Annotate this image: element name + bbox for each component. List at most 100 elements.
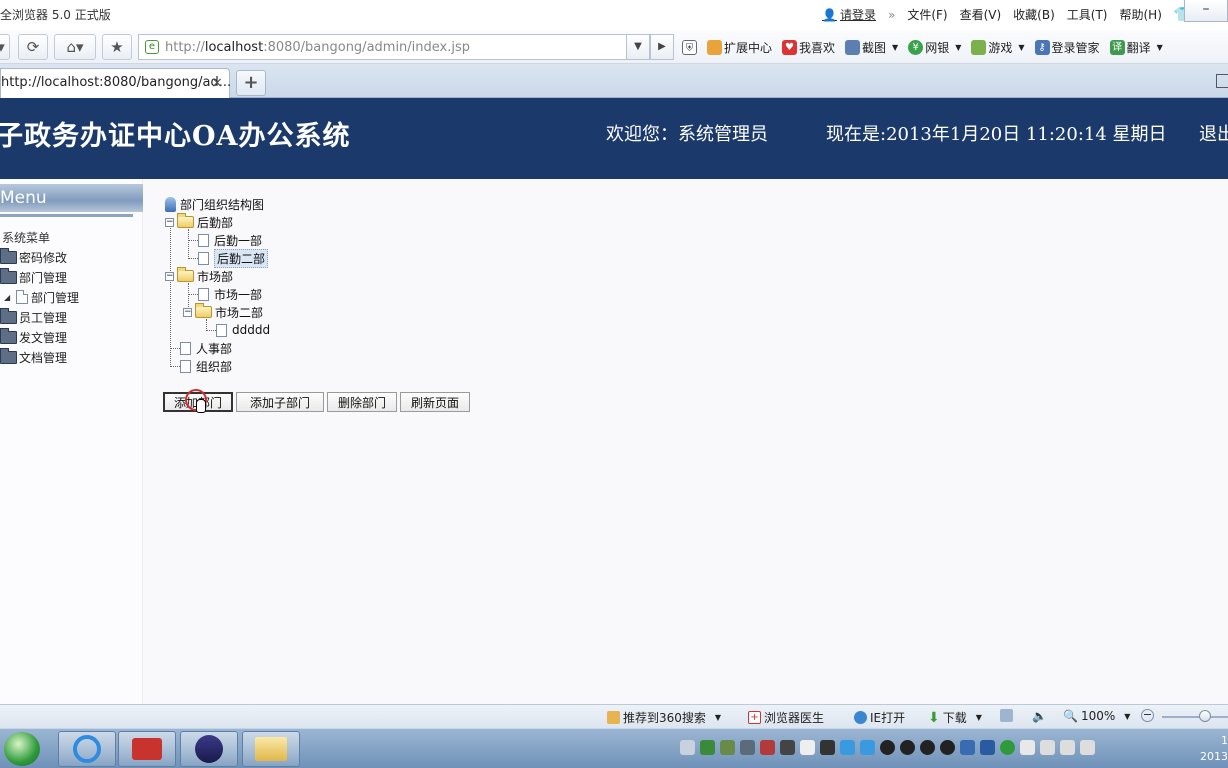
zoom-slider-handle[interactable] xyxy=(1199,710,1211,722)
tree-node-marketing[interactable]: − 市场部 xyxy=(165,267,233,285)
taskbar-explorer[interactable] xyxy=(242,731,300,767)
flag-icon[interactable] xyxy=(1020,740,1035,755)
tray-app-icon[interactable] xyxy=(800,740,815,755)
close-icon[interactable]: × xyxy=(211,69,223,97)
sidebar-subitem-department-management[interactable]: ◢ 部门管理 xyxy=(0,288,79,306)
taskbar-toolbox[interactable] xyxy=(118,731,176,767)
taskbar-clock[interactable]: 1 2013 xyxy=(1200,733,1228,765)
menu-help[interactable]: 帮助(H) xyxy=(1119,6,1161,23)
tray-app-icon[interactable] xyxy=(860,740,875,755)
login-manager-button[interactable]: ⚷ 登录管家 xyxy=(1034,39,1100,56)
go-button[interactable]: ▶ xyxy=(650,34,674,60)
tree-node-logistics[interactable]: − 后勤部 xyxy=(165,213,233,231)
new-tab-button[interactable]: + xyxy=(236,70,266,96)
menu-file[interactable]: 文件(F) xyxy=(907,6,947,23)
page-content: Menu 系统菜单 密码修改 部门管理 ◢ 部门管理 员工管理 发文管理 文档管… xyxy=(0,179,1228,704)
address-bar[interactable]: e http://localhost:8080/bangong/admin/in… xyxy=(138,34,628,60)
browser-doctor-button[interactable]: + 浏览器医生 xyxy=(748,709,824,726)
tray-app-icon[interactable] xyxy=(700,740,715,755)
favorite-star-button[interactable]: ★ xyxy=(102,34,132,60)
tray-app-icon[interactable] xyxy=(740,740,755,755)
taskbar-ie[interactable] xyxy=(58,731,116,767)
tree-root[interactable]: 部门组织结构图 xyxy=(165,195,264,213)
tree-node-logistics-1[interactable]: 后勤一部 xyxy=(198,231,262,249)
tray-app-icon[interactable] xyxy=(760,740,775,755)
screenshot-button[interactable]: 截图 ▼ xyxy=(845,39,898,56)
refresh-button[interactable]: ⟳ xyxy=(18,34,48,60)
app-title: 全浏览器 5.0 正式版 xyxy=(0,8,111,22)
tray-app-icon[interactable] xyxy=(960,740,975,755)
refresh-page-button[interactable]: 刷新页面 xyxy=(400,392,470,412)
menu-tools[interactable]: 工具(T) xyxy=(1067,6,1108,23)
home-button[interactable]: ⌂▾ xyxy=(54,34,96,60)
tree-node-marketing-2[interactable]: − 市场二部 xyxy=(183,303,263,321)
download-button[interactable]: ⬇ 下载 ▼ xyxy=(928,709,982,726)
medical-cross-icon: + xyxy=(748,711,761,724)
tree-connector xyxy=(206,330,216,331)
tab-active[interactable]: http://localhost:8080/bangong/ad... × xyxy=(0,68,231,98)
menu-divider xyxy=(0,214,133,217)
zoom-control[interactable]: 🔍 100% ▼ xyxy=(1063,709,1130,723)
ie-open-button[interactable]: IE打开 xyxy=(854,709,905,726)
page-icon: e xyxy=(145,40,159,54)
games-button[interactable]: 游戏 ▼ xyxy=(971,39,1025,56)
recommend-360-button[interactable]: 推荐到360搜索 ▼ xyxy=(607,709,721,726)
sidebar-item-password[interactable]: 密码修改 xyxy=(0,247,67,266)
keyboard-icon[interactable] xyxy=(680,740,695,755)
extension-center-button[interactable]: 扩展中心 xyxy=(707,39,772,56)
restore-icon[interactable] xyxy=(1216,74,1228,88)
menu-favorites[interactable]: 收藏(B) xyxy=(1013,6,1055,23)
translate-button[interactable]: 译翻译 ▼ xyxy=(1109,39,1163,56)
netbank-button[interactable]: ¥ 网银 ▼ xyxy=(908,39,961,56)
tray-app-icon[interactable] xyxy=(1040,740,1055,755)
address-dropdown-button[interactable]: ▼ xyxy=(626,34,650,60)
collapse-icon[interactable]: − xyxy=(183,307,192,317)
qq-icon[interactable] xyxy=(880,740,895,755)
system-title: 子政务办证中心OA办公系统 xyxy=(0,121,351,152)
document-icon xyxy=(198,251,209,265)
collapse-icon[interactable]: − xyxy=(165,217,174,227)
tray-app-icon[interactable] xyxy=(780,740,795,755)
tree-node-marketing-1[interactable]: 市场一部 xyxy=(198,285,262,303)
logout-link[interactable]: 退出 xyxy=(1199,120,1228,146)
collapse-icon[interactable]: − xyxy=(165,271,174,281)
tree-node-hr[interactable]: 人事部 xyxy=(180,339,232,357)
taskbar-eclipse[interactable] xyxy=(180,731,238,767)
sidebar-item-label: 发文管理 xyxy=(19,330,68,345)
start-button[interactable] xyxy=(4,732,40,766)
qq-icon[interactable] xyxy=(900,740,915,755)
browser-menu-bar: 👤 请登录 » 文件(F) 查看(V) 收藏(B) 工具(T) 帮助(H) 👕 xyxy=(822,6,1191,23)
zoom-out-button[interactable]: − xyxy=(1141,709,1154,722)
qq-icon[interactable] xyxy=(940,740,955,755)
shield-button[interactable]: ⛨ xyxy=(682,40,697,55)
sidebar-item-departments[interactable]: 部门管理 xyxy=(0,267,67,286)
qq-icon[interactable] xyxy=(920,740,935,755)
tree-node-organization[interactable]: 组织部 xyxy=(180,357,232,375)
tree-node-ddddd[interactable]: ddddd xyxy=(216,321,270,339)
login-link-label: 请登录 xyxy=(839,8,876,22)
tray-app-icon[interactable] xyxy=(840,740,855,755)
delete-department-button[interactable]: 删除部门 xyxy=(327,392,397,412)
zoom-slider[interactable] xyxy=(1162,716,1228,718)
tray-app-icon[interactable] xyxy=(820,740,835,755)
minimize-button[interactable]: – xyxy=(1184,0,1228,22)
menu-view[interactable]: 查看(V) xyxy=(960,6,1002,23)
speaker-icon: 🔈 xyxy=(1032,709,1047,723)
like-button[interactable]: ♥ 我喜欢 xyxy=(782,39,835,56)
tray-app-icon[interactable] xyxy=(1000,740,1015,755)
tree-node-logistics-2[interactable]: 后勤二部 xyxy=(198,248,269,268)
sidebar-item-dispatch[interactable]: 发文管理 xyxy=(0,327,68,346)
sidebar-item-employees[interactable]: 员工管理 xyxy=(0,307,67,326)
shield-icon[interactable] xyxy=(980,740,995,755)
taskbar: 1 2013 xyxy=(0,728,1228,768)
sidebar-item-documents[interactable]: 文档管理 xyxy=(0,347,67,366)
back-dropdown-button[interactable]: ▾ xyxy=(0,34,10,60)
status-bar: 推荐到360搜索 ▼ + 浏览器医生 IE打开 ⬇ 下载 ▼ 🔈 🔍 100% … xyxy=(0,704,1228,728)
add-sub-department-button[interactable]: 添加子部门 xyxy=(236,392,324,412)
tray-app-icon[interactable] xyxy=(720,740,735,755)
network-icon[interactable] xyxy=(1080,740,1095,755)
speaker-icon[interactable] xyxy=(1060,740,1075,755)
volume-button[interactable]: 🔈 xyxy=(1032,709,1047,723)
login-link[interactable]: 👤 请登录 xyxy=(822,6,876,23)
window-mode-button[interactable] xyxy=(1000,709,1013,722)
